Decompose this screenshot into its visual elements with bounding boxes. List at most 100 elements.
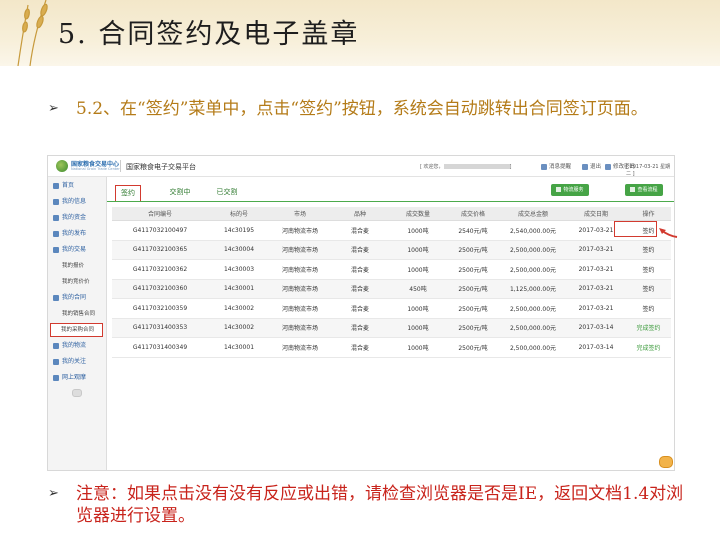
contract-icon [53, 295, 59, 301]
sidebar-item-label: 我的交易 [62, 246, 87, 253]
bullet-arrow-icon: ➢ [48, 101, 59, 116]
sign-action-link[interactable]: 签约 [626, 279, 671, 299]
sidebar-item-label: 我的关注 [62, 358, 87, 365]
username-redacted [443, 164, 510, 169]
logout-link[interactable]: 退出 [582, 162, 601, 170]
sidebar-item-label: 我的采购合同 [61, 327, 95, 333]
table-cell: 1000吨 [390, 337, 446, 358]
sidebar-item-label: 我的发布 [62, 230, 87, 237]
eye-icon [53, 375, 59, 381]
sign-action-link[interactable]: 签约 [626, 240, 671, 260]
sign-action-link[interactable]: 完成签约 [626, 318, 671, 338]
sidebar-item-label: 首页 [62, 182, 75, 189]
heart-icon [53, 359, 59, 365]
table-cell: 2500元/吨 [446, 318, 500, 338]
main-content: 签约 交割中 已交割 物流服务 查看流程 合同编号 标的号 市场 品种 成交数量… [107, 177, 674, 470]
table-cell: 14c30001 [208, 337, 270, 358]
table-cell: 2500元/吨 [446, 259, 500, 280]
table-cell: 2017-03-21 [566, 259, 626, 280]
view-process-button[interactable]: 查看流程 [625, 184, 663, 196]
message-alert-link[interactable]: 消息提醒 [541, 162, 571, 170]
sidebar-item-contracts[interactable]: 我的合同 [48, 292, 106, 304]
table-row: G4117032100365 14c30004 河南物流市场 混合麦 1000吨 2500… [112, 240, 671, 260]
contract-table: 合同编号 标的号 市场 品种 成交数量 成交价格 成交总金额 成交日期 操作 G… [112, 207, 671, 358]
sidebar-item-purchase-contracts[interactable]: 我的采购合同 [50, 323, 103, 337]
table-cell: 2500元/吨 [446, 298, 500, 319]
table-cell: 2017-03-14 [566, 337, 626, 358]
table-cell: 2,500,000.00元 [500, 259, 566, 280]
table-cell: 河南物流市场 [270, 220, 330, 241]
sidebar-item-follow[interactable]: 我的关注 [48, 356, 106, 368]
topbar-divider [120, 160, 121, 172]
sign-action-link[interactable]: 签约 [626, 259, 671, 280]
table-cell: 2,540,000.00元 [500, 220, 566, 241]
column-header: 成交日期 [566, 207, 626, 221]
table-cell: G4117032100497 [112, 220, 208, 241]
table-cell: 河南物流市场 [270, 259, 330, 280]
tab-sign[interactable]: 签约 [115, 185, 141, 202]
slide-title: 5. 合同签约及电子盖章 [58, 19, 360, 50]
sidebar-item-observe[interactable]: 网上观摩 [48, 372, 106, 384]
table-cell: 混合麦 [330, 318, 390, 338]
table-cell: 14c30002 [208, 318, 270, 338]
lock-icon [605, 163, 611, 170]
table-cell: G4117032100362 [112, 259, 208, 280]
app-topbar: 国家粮食交易中心 National Grain Trade Center 国家粮… [48, 156, 674, 177]
table-cell: 14c30195 [208, 220, 270, 241]
table-cell: 2540元/吨 [446, 220, 500, 241]
sidebar-item-quotes[interactable]: 我的报价 [48, 260, 106, 272]
sidebar-item-logistics[interactable]: 我的物流 [48, 340, 106, 352]
bullet-note-text: 注意：如果点击没有没有反应或出错，请检查浏览器是否是IE，返回文档1.4对浏览器… [76, 484, 684, 526]
welcome-end: ] [509, 164, 512, 170]
chat-bubble-icon[interactable] [659, 456, 673, 468]
publish-icon [53, 231, 59, 237]
table-cell: 1000吨 [390, 318, 446, 338]
sign-action-link[interactable]: 完成签约 [626, 337, 671, 358]
table-cell: 14c30004 [208, 240, 270, 260]
table-cell: 2,500,000.00元 [500, 240, 566, 260]
table-row: G4117032100497 14c30195 河南物流市场 混合麦 1000吨 2540… [112, 220, 671, 241]
sidebar-item-label: 我的资金 [62, 214, 87, 221]
table-row: G4117032100360 14c30001 河南物流市场 混合麦 450吨 2500元… [112, 279, 671, 299]
sidebar-item-bids[interactable]: 我的竞价价 [48, 276, 106, 288]
message-alert-label: 消息提醒 [549, 164, 572, 170]
column-header: 操作 [626, 207, 671, 221]
sidebar-item-label: 我的信息 [62, 198, 87, 205]
table-cell: 450吨 [390, 279, 446, 299]
sidebar-collapse-handle[interactable] [72, 389, 82, 397]
table-header: 合同编号 标的号 市场 品种 成交数量 成交价格 成交总金额 成交日期 操作 [112, 207, 671, 221]
welcome-text: [ 欢迎您，] [420, 163, 512, 170]
sidebar-nav: 首页 我的信息 我的资金 我的发布 我的交易 我的报价 我的竞价价 我的合同 我… [48, 177, 107, 470]
column-header: 成交价格 [446, 207, 500, 221]
welcome-label: [ 欢迎您， [420, 164, 444, 170]
column-header: 标的号 [208, 207, 270, 221]
table-cell: 河南物流市场 [270, 279, 330, 299]
logistics-service-button[interactable]: 物流服务 [551, 184, 589, 196]
table-cell: 1000吨 [390, 259, 446, 280]
sidebar-item-home[interactable]: 首页 [48, 180, 106, 192]
sidebar-item-funds[interactable]: 我的资金 [48, 212, 106, 224]
table-cell: 混合麦 [330, 279, 390, 299]
sidebar-item-label: 我的报价 [62, 263, 85, 269]
sidebar-item-sales-contracts[interactable]: 我的销售合同 [48, 308, 106, 320]
sign-action-link[interactable]: 签约 [626, 298, 671, 319]
logistics-service-label: 物流服务 [563, 187, 584, 193]
tab-delivered[interactable]: 已交割 [212, 185, 242, 200]
platform-name: 国家粮食电子交易平台 [126, 163, 196, 171]
sidebar-item-publish[interactable]: 我的发布 [48, 228, 106, 240]
table-cell: G4117032100365 [112, 240, 208, 260]
app-screenshot: 国家粮食交易中心 National Grain Trade Center 国家粮… [47, 155, 675, 471]
table-cell: 混合麦 [330, 240, 390, 260]
trade-icon [53, 247, 59, 253]
home-icon [53, 183, 59, 189]
message-icon [541, 163, 547, 170]
user-icon [53, 199, 59, 205]
table-cell: 2017-03-21 [566, 279, 626, 299]
table-cell: 2500元/吨 [446, 337, 500, 358]
table-row: G4117032100359 14c30002 河南物流市场 混合麦 1000吨 2500… [112, 298, 671, 319]
table-cell: 河南物流市场 [270, 337, 330, 358]
tab-delivering[interactable]: 交割中 [165, 185, 195, 200]
sidebar-item-info[interactable]: 我的信息 [48, 196, 106, 208]
sidebar-item-label: 我的销售合同 [62, 311, 96, 317]
sidebar-item-trade[interactable]: 我的交易 [48, 244, 106, 256]
